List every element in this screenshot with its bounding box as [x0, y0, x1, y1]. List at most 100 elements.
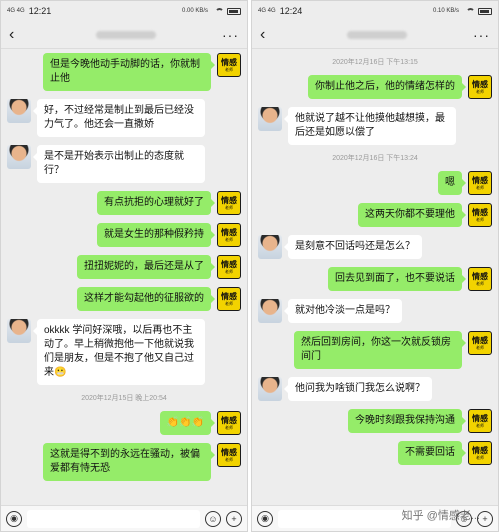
sent-message[interactable]: 👏👏👏 情感 老师: [7, 411, 241, 435]
brand-avatar[interactable]: 情感 老师: [217, 443, 241, 467]
wifi-icon: [466, 7, 475, 15]
chat-header: ‹ ···: [252, 21, 498, 49]
sent-message[interactable]: 这两天你都不要理他 情感 老师: [258, 203, 492, 227]
zhihu-watermark: 知乎 @情感老...: [401, 510, 480, 522]
message-bubble: 不需要回话: [398, 441, 466, 465]
brand-avatar-subtext: 老师: [476, 281, 484, 286]
input-bar: ◉ ☺ +: [1, 505, 247, 531]
received-message[interactable]: 就对他冷淡一点是吗？: [258, 299, 492, 323]
brand-avatar[interactable]: 情感 老师: [468, 203, 492, 227]
brand-avatar-subtext: 老师: [476, 345, 484, 350]
brand-avatar-subtext: 老师: [225, 457, 233, 462]
received-message[interactable]: 好，不过经常是制止到最后已经没力气了。他还会一直撒娇: [7, 99, 241, 137]
message-bubble: 是刻意不回话吗还是怎么？: [284, 235, 422, 259]
left-chat-screenshot: 4G 4G 12:21 0.00 KB/s ‹ ··· 但是今晚他动手动脚的话，…: [0, 0, 248, 532]
brand-avatar[interactable]: 情感 老师: [468, 171, 492, 195]
received-message[interactable]: 他就说了越不让他摸他越想摸，最后还是如愿以偿了: [258, 107, 492, 145]
sent-message[interactable]: 回去见到面了，也不要说话 情感 老师: [258, 267, 492, 291]
contact-avatar[interactable]: [7, 145, 31, 169]
brand-avatar-text: 情感: [221, 292, 237, 301]
received-message[interactable]: okkkk 学问好深哦，以后再也不主动了。早上稍微抱他一下他就说我们是朋友，但是…: [7, 319, 241, 385]
contact-avatar[interactable]: [258, 377, 282, 401]
status-time: 12:24: [279, 6, 303, 16]
message-list: 但是今晚他动手动脚的话，你就制止他 情感 老师 好，不过经常是制止到最后已经没力气了。…: [1, 49, 247, 481]
message-bubble: 他问我为啥锁门我怎么说啊？: [284, 377, 432, 401]
network-indicator: 4G 4G: [7, 8, 25, 14]
brand-avatar-subtext: 老师: [225, 237, 233, 242]
message-list: 2020年12月16日 下午13:15 你制止他之后，他的情绪怎样的 情感 老师 他就说…: [252, 49, 498, 465]
sent-message[interactable]: 嗯情感 老师: [258, 171, 492, 195]
back-arrow-icon[interactable]: ‹: [9, 26, 29, 44]
back-arrow-icon[interactable]: ‹: [260, 26, 280, 44]
sent-message[interactable]: 有点抗拒的心理就好了 情感 老师: [7, 191, 241, 215]
contact-avatar[interactable]: [258, 107, 282, 131]
sent-message[interactable]: 今晚时刻跟我保持沟通 情感 老师: [258, 409, 492, 433]
brand-avatar[interactable]: 情感 老师: [468, 331, 492, 355]
sent-message[interactable]: 这就是得不到的永远在骚动，被偏爱都有恃无恐 情感 老师: [7, 443, 241, 481]
brand-avatar-subtext: 老师: [225, 425, 233, 430]
contact-avatar[interactable]: [7, 99, 31, 123]
message-bubble: 他就说了越不让他摸他越想摸，最后还是如愿以偿了: [284, 107, 456, 145]
sent-message[interactable]: 就是女生的那种假矜持 情感 老师: [7, 223, 241, 247]
more-options-icon[interactable]: ···: [222, 27, 239, 43]
sent-message[interactable]: 你制止他之后，他的情绪怎样的 情感 老师: [258, 75, 492, 99]
message-bubble: okkkk 学问好深哦，以后再也不主动了。早上稍微抱他一下他就说我们是朋友，但是…: [33, 319, 205, 385]
battery-icon: [227, 7, 241, 15]
blurred-contact-name: [95, 30, 156, 39]
brand-avatar-text: 情感: [472, 176, 488, 185]
brand-avatar[interactable]: 情感 老师: [217, 53, 241, 77]
message-bubble: 👏👏👏: [159, 411, 216, 435]
timestamp: 2020年12月16日 下午13:24: [332, 155, 418, 162]
sent-message[interactable]: 然后回到房间，你这一次就反锁房间门 情感 老师: [258, 331, 492, 369]
network-indicator: 4G 4G: [258, 8, 276, 14]
brand-avatar[interactable]: 情感 老师: [217, 411, 241, 435]
contact-avatar[interactable]: [258, 235, 282, 259]
message-bubble: 这就是得不到的永远在骚动，被偏爱都有恃无恐: [43, 443, 215, 481]
brand-avatar-subtext: 老师: [476, 89, 484, 94]
brand-avatar-text: 情感: [472, 336, 488, 345]
sent-message[interactable]: 不需要回话 情感 老师: [258, 441, 492, 465]
battery-icon: [478, 7, 492, 15]
brand-avatar[interactable]: 情感 老师: [217, 223, 241, 247]
brand-avatar-text: 情感: [221, 260, 237, 269]
brand-avatar-text: 情感: [472, 272, 488, 281]
brand-avatar-text: 情感: [472, 414, 488, 423]
plus-icon[interactable]: +: [226, 510, 242, 527]
more-options-icon[interactable]: ···: [473, 27, 490, 43]
brand-avatar-text: 情感: [221, 196, 237, 205]
emoji-icon[interactable]: ☺: [205, 510, 221, 527]
sent-message[interactable]: 但是今晚他动手动脚的话，你就制止他 情感 老师: [7, 53, 241, 91]
voice-icon[interactable]: ◉: [257, 510, 273, 527]
brand-avatar[interactable]: 情感 老师: [217, 255, 241, 279]
status-bar: 4G 4G 12:21 0.00 KB/s: [1, 1, 247, 21]
brand-avatar[interactable]: 情感 老师: [217, 191, 241, 215]
brand-avatar[interactable]: 情感 老师: [468, 409, 492, 433]
network-speed: 0.10 KB/s: [432, 8, 459, 14]
timestamp: 2020年12月15日 晚上20:54: [81, 395, 167, 402]
sent-message[interactable]: 这样才能勾起他的征服欲的 情感 老师: [7, 287, 241, 311]
brand-avatar-text: 情感: [221, 448, 237, 457]
brand-avatar-subtext: 老师: [476, 423, 484, 428]
brand-avatar-text: 情感: [472, 446, 488, 455]
brand-avatar-text: 情感: [221, 228, 237, 237]
message-input[interactable]: [27, 509, 200, 528]
message-bubble: 你制止他之后，他的情绪怎样的: [308, 75, 466, 99]
sent-message[interactable]: 扭扭妮妮的，最后还是从了 情感 老师: [7, 255, 241, 279]
voice-icon[interactable]: ◉: [6, 510, 22, 527]
message-bubble: 有点抗拒的心理就好了: [97, 191, 215, 215]
received-message[interactable]: 是刻意不回话吗还是怎么？: [258, 235, 492, 259]
brand-avatar-subtext: 老师: [225, 205, 233, 210]
right-chat-screenshot: 4G 4G 12:24 0.10 KB/s ‹ ··· 2020年12月16日 …: [251, 0, 499, 532]
brand-avatar[interactable]: 情感 老师: [468, 75, 492, 99]
brand-avatar[interactable]: 情感 老师: [217, 287, 241, 311]
brand-avatar-subtext: 老师: [225, 67, 233, 72]
contact-avatar[interactable]: [7, 319, 31, 343]
contact-avatar[interactable]: [258, 299, 282, 323]
received-message[interactable]: 他问我为啥锁门我怎么说啊？: [258, 377, 492, 401]
received-message[interactable]: 是不是开始表示出制止的态度就行？: [7, 145, 241, 183]
message-bubble: 嗯: [438, 171, 466, 195]
chat-header: ‹ ···: [1, 21, 247, 49]
brand-avatar[interactable]: 情感 老师: [468, 267, 492, 291]
message-bubble: 但是今晚他动手动脚的话，你就制止他: [43, 53, 215, 91]
brand-avatar[interactable]: 情感 老师: [468, 441, 492, 465]
